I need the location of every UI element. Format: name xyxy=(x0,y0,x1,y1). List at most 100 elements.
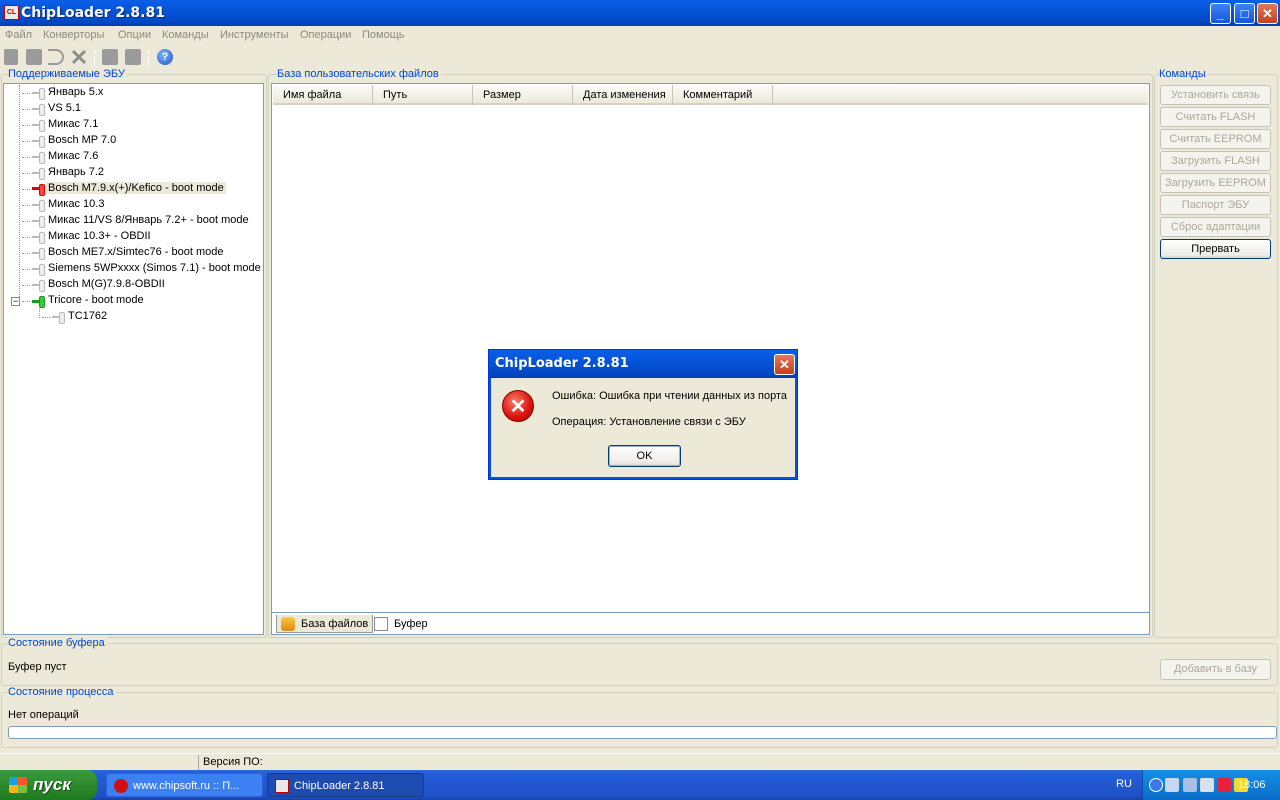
connector-icon xyxy=(32,216,45,228)
files-table[interactable]: Имя файла Путь Размер Дата изменения Ком… xyxy=(271,83,1150,613)
tree-item[interactable]: Январь 5.x xyxy=(4,85,263,101)
menu-options[interactable]: Опции xyxy=(118,29,151,41)
tree-item-label: Bosch ME7.x/Simtec76 - boot mode xyxy=(48,246,224,258)
menu-help[interactable]: Помощь xyxy=(362,29,405,41)
menu-bar: Файл Конверторы Опции Команды Инструмент… xyxy=(0,26,1280,46)
command-button[interactable]: Считать FLASH xyxy=(1160,107,1271,127)
tree-item[interactable]: Микас 7.6 xyxy=(4,149,263,165)
undo-icon[interactable] xyxy=(48,49,64,65)
minimize-button[interactable]: _ xyxy=(1210,3,1231,24)
tree-item[interactable]: Микас 10.3+ - OBDII xyxy=(4,229,263,245)
menu-operations[interactable]: Операции xyxy=(300,29,351,41)
column-path[interactable]: Путь xyxy=(373,85,473,105)
close-button[interactable]: ✕ xyxy=(1257,3,1278,24)
task-browser[interactable]: www.chipsoft.ru :: П... xyxy=(106,773,263,797)
tree-guide-line xyxy=(22,173,30,174)
command-button[interactable]: Паспорт ЭБУ xyxy=(1160,195,1271,215)
tree-item[interactable]: Январь 7.2 xyxy=(4,165,263,181)
tree-item[interactable]: VS 5.1 xyxy=(4,101,263,117)
menu-converters[interactable]: Конверторы xyxy=(43,29,104,41)
tree-item-label: Январь 7.2 xyxy=(48,166,105,178)
connect-icon[interactable] xyxy=(4,49,18,65)
tree-item-label: Bosch M(G)7.9.8-OBDII xyxy=(48,278,165,290)
ecu-panel-title: Поддерживаемые ЭБУ xyxy=(8,68,127,80)
antivirus-icon[interactable] xyxy=(1217,778,1231,792)
menu-commands[interactable]: Команды xyxy=(162,29,209,41)
tree-guide-line xyxy=(22,109,30,110)
task-chiploader[interactable]: ChipLoader 2.8.81 xyxy=(267,773,424,797)
read-icon[interactable] xyxy=(102,49,118,65)
red-arrow-icon xyxy=(32,184,45,196)
task-label: ChipLoader 2.8.81 xyxy=(294,780,385,792)
error-icon: ✕ xyxy=(502,390,534,422)
tree-item[interactable]: Siemens 5WPxxxx (Simos 7.1) - boot mode xyxy=(4,261,263,277)
process-state-title: Состояние процесса xyxy=(8,686,116,698)
tree-item[interactable]: Bosch ME7.x/Simtec76 - boot mode xyxy=(4,245,263,261)
maximize-button[interactable]: □ xyxy=(1234,3,1255,24)
add-to-database-button[interactable]: Добавить в базу xyxy=(1160,659,1271,680)
start-button[interactable]: пуск xyxy=(0,770,97,800)
menu-file[interactable]: Файл xyxy=(5,29,32,41)
command-button[interactable]: Загрузить EEPROM xyxy=(1160,173,1271,193)
operation-message: Операция: Установление связи с ЭБУ xyxy=(552,416,746,428)
tools-icon[interactable] xyxy=(71,49,87,65)
command-button[interactable]: Установить связь xyxy=(1160,85,1271,105)
tree-item[interactable]: Bosch M7.9.x(+)/Kefico - boot mode xyxy=(4,181,263,197)
connector-icon xyxy=(32,120,45,132)
tree-guide-line xyxy=(22,93,30,94)
tab-buffer[interactable]: Буфер xyxy=(370,615,432,633)
column-comment[interactable]: Комментарий xyxy=(673,85,773,105)
network-icon-2[interactable] xyxy=(1183,778,1197,792)
database-icon xyxy=(281,617,295,631)
tree-item[interactable]: Микас 11/VS 8/Январь 7.2+ - boot mode xyxy=(4,213,263,229)
tree-item[interactable]: TC1762 xyxy=(4,309,263,325)
tree-item[interactable]: Микас 10.3 xyxy=(4,197,263,213)
tree-vertical-line xyxy=(39,306,40,318)
column-filename[interactable]: Имя файла xyxy=(273,85,373,105)
tree-item-label: Микас 11/VS 8/Январь 7.2+ - boot mode xyxy=(48,214,249,226)
menu-tools[interactable]: Инструменты xyxy=(220,29,289,41)
tree-item-label: TC1762 xyxy=(68,310,108,322)
toolbar: ? xyxy=(0,46,1280,70)
tree-item-label: Микас 10.3+ - OBDII xyxy=(48,230,151,242)
tab-file-database[interactable]: База файлов xyxy=(276,615,374,633)
write-icon[interactable] xyxy=(125,49,141,65)
command-button[interactable]: Считать EEPROM xyxy=(1160,129,1271,149)
tree-guide-line xyxy=(22,189,30,190)
network-icon[interactable] xyxy=(1165,778,1179,792)
help-icon[interactable]: ? xyxy=(157,49,173,65)
command-button[interactable]: Прервать xyxy=(1160,239,1271,259)
tree-item-label: Tricore - boot mode xyxy=(48,294,144,306)
tree-item[interactable]: Микас 7.1 xyxy=(4,117,263,133)
tree-item-label: Bosch MP 7.0 xyxy=(48,134,117,146)
dialog-close-button[interactable]: ✕ xyxy=(774,354,795,375)
window-titlebar[interactable]: CL ChipLoader 2.8.81 _ □ ✕ xyxy=(0,0,1280,26)
tree-guide-line xyxy=(22,253,30,254)
clock[interactable]: 18:06 xyxy=(1238,779,1266,791)
error-dialog: ChipLoader 2.8.81 ✕ ✕ Ошибка: Ошибка при… xyxy=(488,349,798,480)
process-group-box xyxy=(1,692,1278,748)
windows-logo-icon xyxy=(9,777,27,793)
tree-item-label: Микас 7.1 xyxy=(48,118,99,130)
tree-item[interactable]: Bosch MP 7.0 xyxy=(4,133,263,149)
command-button[interactable]: Сброс адаптации xyxy=(1160,217,1271,237)
tree-item[interactable]: − Tricore - boot mode xyxy=(4,293,263,309)
column-size[interactable]: Размер xyxy=(473,85,573,105)
command-button[interactable]: Загрузить FLASH xyxy=(1160,151,1271,171)
display-icon[interactable] xyxy=(1200,778,1214,792)
tree-guide-line xyxy=(22,205,30,206)
tray-expand-icon[interactable] xyxy=(1149,778,1163,792)
files-tabs: База файлов Буфер xyxy=(271,613,1150,635)
connector-icon xyxy=(32,264,45,276)
ecu-tree[interactable]: Январь 5.x VS 5.1 Микас 7.1 Bosch MP 7.0 Мик… xyxy=(3,83,264,635)
dialog-title[interactable]: ChipLoader 2.8.81 xyxy=(489,350,797,378)
chiploader-icon xyxy=(275,779,289,793)
tree-item[interactable]: Bosch M(G)7.9.8-OBDII xyxy=(4,277,263,293)
disk-icon[interactable] xyxy=(26,49,42,65)
ok-button[interactable]: OK xyxy=(608,445,681,467)
language-indicator[interactable]: RU xyxy=(1116,778,1132,790)
tree-guide-line xyxy=(22,141,30,142)
column-modified-date[interactable]: Дата изменения xyxy=(573,85,673,105)
tree-item-label: Bosch M7.9.x(+)/Kefico - boot mode xyxy=(46,182,226,194)
tree-guide-line xyxy=(22,221,30,222)
